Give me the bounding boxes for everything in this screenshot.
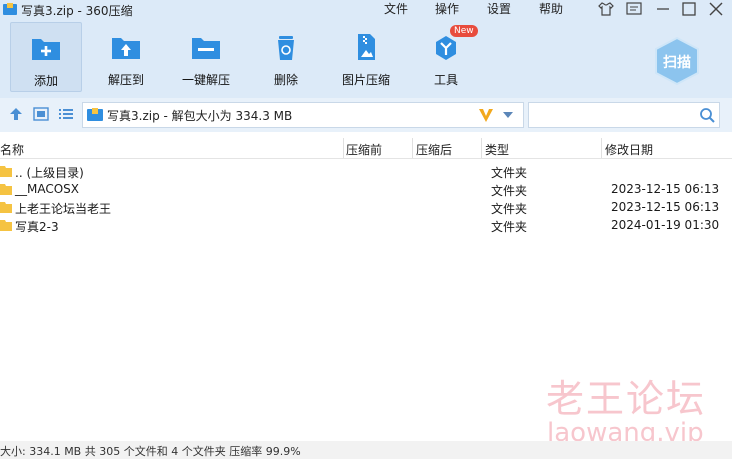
col-modified[interactable]: 修改日期 <box>605 141 653 158</box>
add-folder-icon <box>32 39 60 60</box>
table-row[interactable]: 写真2-3 文件夹 2024-01-19 01:30 <box>0 216 732 234</box>
folder-icon <box>0 184 12 195</box>
extract-to-icon <box>112 38 140 59</box>
close-icon[interactable] <box>707 1 725 17</box>
window-title: 写真3.zip - 360压缩 <box>21 4 133 18</box>
menu-settings[interactable]: 设置 <box>487 0 511 17</box>
table-row[interactable]: 上老王论坛当老王 文件夹 2023-12-15 06:13 <box>0 198 732 216</box>
thumbnail-view-icon[interactable] <box>33 107 49 121</box>
watermark-title: 老王论坛 <box>546 377 707 421</box>
status-bar: 大小: 334.1 MB 共 305 个文件和 4 个文件夹 压缩率 99.9% <box>0 441 732 459</box>
col-size[interactable]: 压缩前 <box>346 141 382 158</box>
delete-icon <box>278 36 294 60</box>
column-header: 名称 压缩前 压缩后 类型 修改日期 <box>0 138 732 159</box>
scan-label: 扫描 <box>663 55 691 71</box>
top-area: 写真3.zip - 360压缩 文件 操作 设置 帮助 添加 解压到 一键解压 … <box>0 0 732 98</box>
row-name: 写真2-3 <box>15 220 59 234</box>
one-click-extract-icon <box>192 38 220 59</box>
app-icon <box>3 3 17 15</box>
archive-icon <box>87 108 103 121</box>
address-row: 写真3.zip - 解包大小为 334.3 MB <box>0 98 732 132</box>
row-name: __MACOSX <box>15 182 80 196</box>
title-bar: 写真3.zip - 360压缩 文件 操作 设置 帮助 <box>0 0 732 18</box>
folder-icon <box>0 166 12 177</box>
add-label: 添加 <box>33 74 58 88</box>
row-type: 文件夹 <box>491 220 528 234</box>
col-divider[interactable] <box>481 138 482 158</box>
image-compress-icon <box>358 34 375 60</box>
row-type: 文件夹 <box>491 202 528 216</box>
address-bar[interactable]: 写真3.zip - 解包大小为 334.3 MB <box>82 102 524 128</box>
row-date: 2023-12-15 06:13 <box>611 182 720 196</box>
search-icon[interactable] <box>699 107 715 123</box>
folder-icon <box>0 202 12 213</box>
delete-label: 删除 <box>273 73 298 87</box>
row-date: 2023-12-15 06:13 <box>611 200 720 214</box>
row-date: 2024-01-19 01:30 <box>611 218 720 232</box>
table-row[interactable]: __MACOSX 文件夹 2023-12-15 06:13 <box>0 180 732 198</box>
address-path: 写真3.zip - 解包大小为 334.3 MB <box>107 109 293 123</box>
status-text: 大小: 334.1 MB 共 305 个文件和 4 个文件夹 压缩率 99.9% <box>0 445 301 458</box>
extract-to-button[interactable]: 解压到 <box>96 22 156 90</box>
menu-help[interactable]: 帮助 <box>539 0 563 17</box>
menu-file[interactable]: 文件 <box>384 0 408 17</box>
col-divider[interactable] <box>412 138 413 158</box>
minimize-icon[interactable] <box>654 1 672 17</box>
col-name[interactable]: 名称 <box>0 141 24 158</box>
col-type[interactable]: 类型 <box>485 141 509 158</box>
image-compress-label: 图片压缩 <box>341 73 390 87</box>
folder-icon <box>0 220 12 231</box>
row-name: .. (上级目录) <box>15 166 84 180</box>
maximize-icon[interactable] <box>680 1 698 17</box>
tools-button[interactable]: New 工具 <box>420 22 478 90</box>
one-click-extract-button[interactable]: 一键解压 <box>174 22 238 90</box>
table-row[interactable]: .. (上级目录) 文件夹 <box>0 162 732 180</box>
scan-button[interactable]: 扫描 <box>650 36 704 86</box>
menu-operate[interactable]: 操作 <box>435 0 459 17</box>
add-button[interactable]: 添加 <box>10 22 82 92</box>
one-click-extract-label: 一键解压 <box>181 73 230 87</box>
delete-button[interactable]: 删除 <box>260 22 312 90</box>
row-type: 文件夹 <box>491 184 528 198</box>
col-divider[interactable] <box>601 138 602 158</box>
new-badge: New <box>450 25 478 37</box>
v-logo-icon[interactable] <box>477 106 495 124</box>
skin-icon[interactable] <box>597 1 615 17</box>
row-type: 文件夹 <box>491 166 528 180</box>
up-arrow-icon[interactable] <box>8 107 24 121</box>
image-compress-button[interactable]: 图片压缩 <box>336 22 396 90</box>
col-divider[interactable] <box>343 138 344 158</box>
chevron-down-icon[interactable] <box>503 112 513 118</box>
row-name: 上老王论坛当老王 <box>15 202 112 216</box>
tools-label: 工具 <box>433 73 458 87</box>
search-input[interactable] <box>528 102 720 128</box>
col-packed[interactable]: 压缩后 <box>416 141 452 158</box>
list-view-icon[interactable] <box>58 107 74 121</box>
extract-to-label: 解压到 <box>107 73 144 87</box>
feedback-icon[interactable] <box>625 1 643 17</box>
toolbar: 添加 解压到 一键解压 删除 图片压缩 New 工具 <box>0 22 732 94</box>
